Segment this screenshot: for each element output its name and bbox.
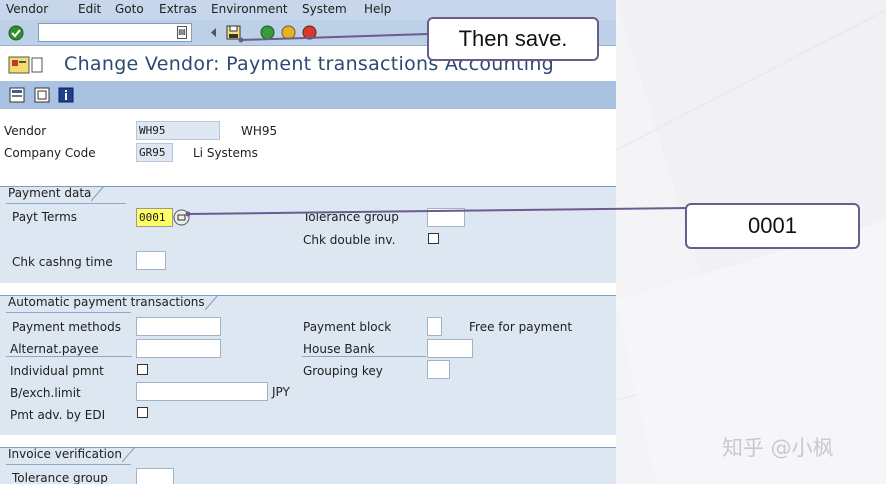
bexch-limit-field[interactable] [136,382,268,401]
pmt-adv-edi-label: Pmt adv. by EDI [10,408,106,422]
payment-data-group: Payment data Payt Terms 0001 Tolerance g… [0,185,616,283]
individual-pmnt-label: Individual pmnt [10,364,104,378]
chk-cashng-time-label: Chk cashng time [12,255,113,269]
company-name: Li Systems [193,146,258,160]
chk-cashng-time-field[interactable] [136,251,166,270]
grouping-key-field[interactable] [427,360,450,379]
value-help-icon[interactable] [173,209,190,226]
automatic-payment-group-title: Automatic payment transactions [6,294,219,311]
back-icon[interactable] [206,25,221,40]
tolerance-group-label: Tolerance group [303,210,399,224]
vendor-label: Vendor [4,124,47,138]
payment-block-label: Payment block [303,320,392,334]
payt-terms-field[interactable]: 0001 [136,208,173,227]
cancel-icon[interactable] [302,25,317,40]
alternat-payee-field[interactable] [136,339,221,358]
company-code-label: Company Code [4,146,96,160]
invoice-verification-group-title: Invoice verification [6,446,136,463]
vendor-field: WH95 [136,121,220,140]
overview-icon[interactable] [9,87,25,103]
automatic-payment-group: Automatic payment transactions Payment m… [0,294,616,435]
payment-data-group-title: Payment data [6,185,105,202]
document-icon[interactable] [34,87,50,103]
menu-vendor[interactable]: Vendor [6,2,48,16]
group-underline [6,464,131,465]
info-icon[interactable] [58,87,74,103]
menu-goto[interactable]: Goto [115,2,144,16]
sap-window: Vendor Edit Goto Extras Environment Syst… [0,0,616,484]
invoice-verification-group: Invoice verification Tolerance group [0,446,616,484]
field-underline [302,356,426,357]
payment-methods-label: Payment methods [12,320,121,334]
enter-icon[interactable] [8,25,24,41]
menu-extras[interactable]: Extras [159,2,197,16]
payt-terms-label: Payt Terms [12,210,78,224]
application-toolbar [0,81,616,109]
pmt-adv-edi-checkbox[interactable] [137,407,148,418]
house-bank-label: House Bank [303,342,375,356]
menu-environment[interactable]: Environment [211,2,288,16]
tolerance-group-field[interactable] [427,208,465,227]
grouping-key-label: Grouping key [303,364,383,378]
chk-double-inv-label: Chk double inv. [303,233,396,247]
field-underline [6,356,132,357]
payment-block-text: Free for payment [469,320,573,334]
save-callout: Then save. [427,17,599,61]
vendor-name: WH95 [241,124,278,138]
menu-edit[interactable]: Edit [78,2,101,16]
menu-system[interactable]: System [302,2,347,16]
payment-methods-field[interactable] [136,317,221,336]
group-underline [6,312,131,313]
terms-callout: 0001 [685,203,860,249]
group-tab-edge [121,446,136,463]
automatic-payment-group-title-text: Automatic payment transactions [8,295,205,309]
alternat-payee-label: Alternat.payee [10,342,99,356]
bexch-limit-label: B/exch.limit [10,386,81,400]
green-arrow-icon[interactable] [260,25,275,40]
invoice-tolerance-group-field[interactable] [136,468,174,484]
invoice-tolerance-group-label: Tolerance group [12,471,108,484]
command-history-icon[interactable]: ▤ [177,26,187,39]
transaction-icon [8,56,43,74]
menu-help[interactable]: Help [364,2,391,16]
company-code-field: GR95 [136,143,173,162]
house-bank-field[interactable] [427,339,473,358]
payment-data-group-title-text: Payment data [8,186,92,200]
exit-icon[interactable] [281,25,296,40]
chk-double-inv-checkbox[interactable] [428,233,439,244]
save-icon[interactable] [226,25,241,40]
bexch-currency: JPY [272,385,290,399]
group-underline [6,203,126,204]
individual-pmnt-checkbox[interactable] [137,364,148,375]
watermark: 知乎 @小枫 [722,436,834,460]
group-tab-edge [91,185,105,202]
payment-block-field[interactable] [427,317,442,336]
command-field[interactable] [38,23,192,42]
group-tab-edge [204,294,219,311]
invoice-verification-group-title-text: Invoice verification [8,447,122,461]
